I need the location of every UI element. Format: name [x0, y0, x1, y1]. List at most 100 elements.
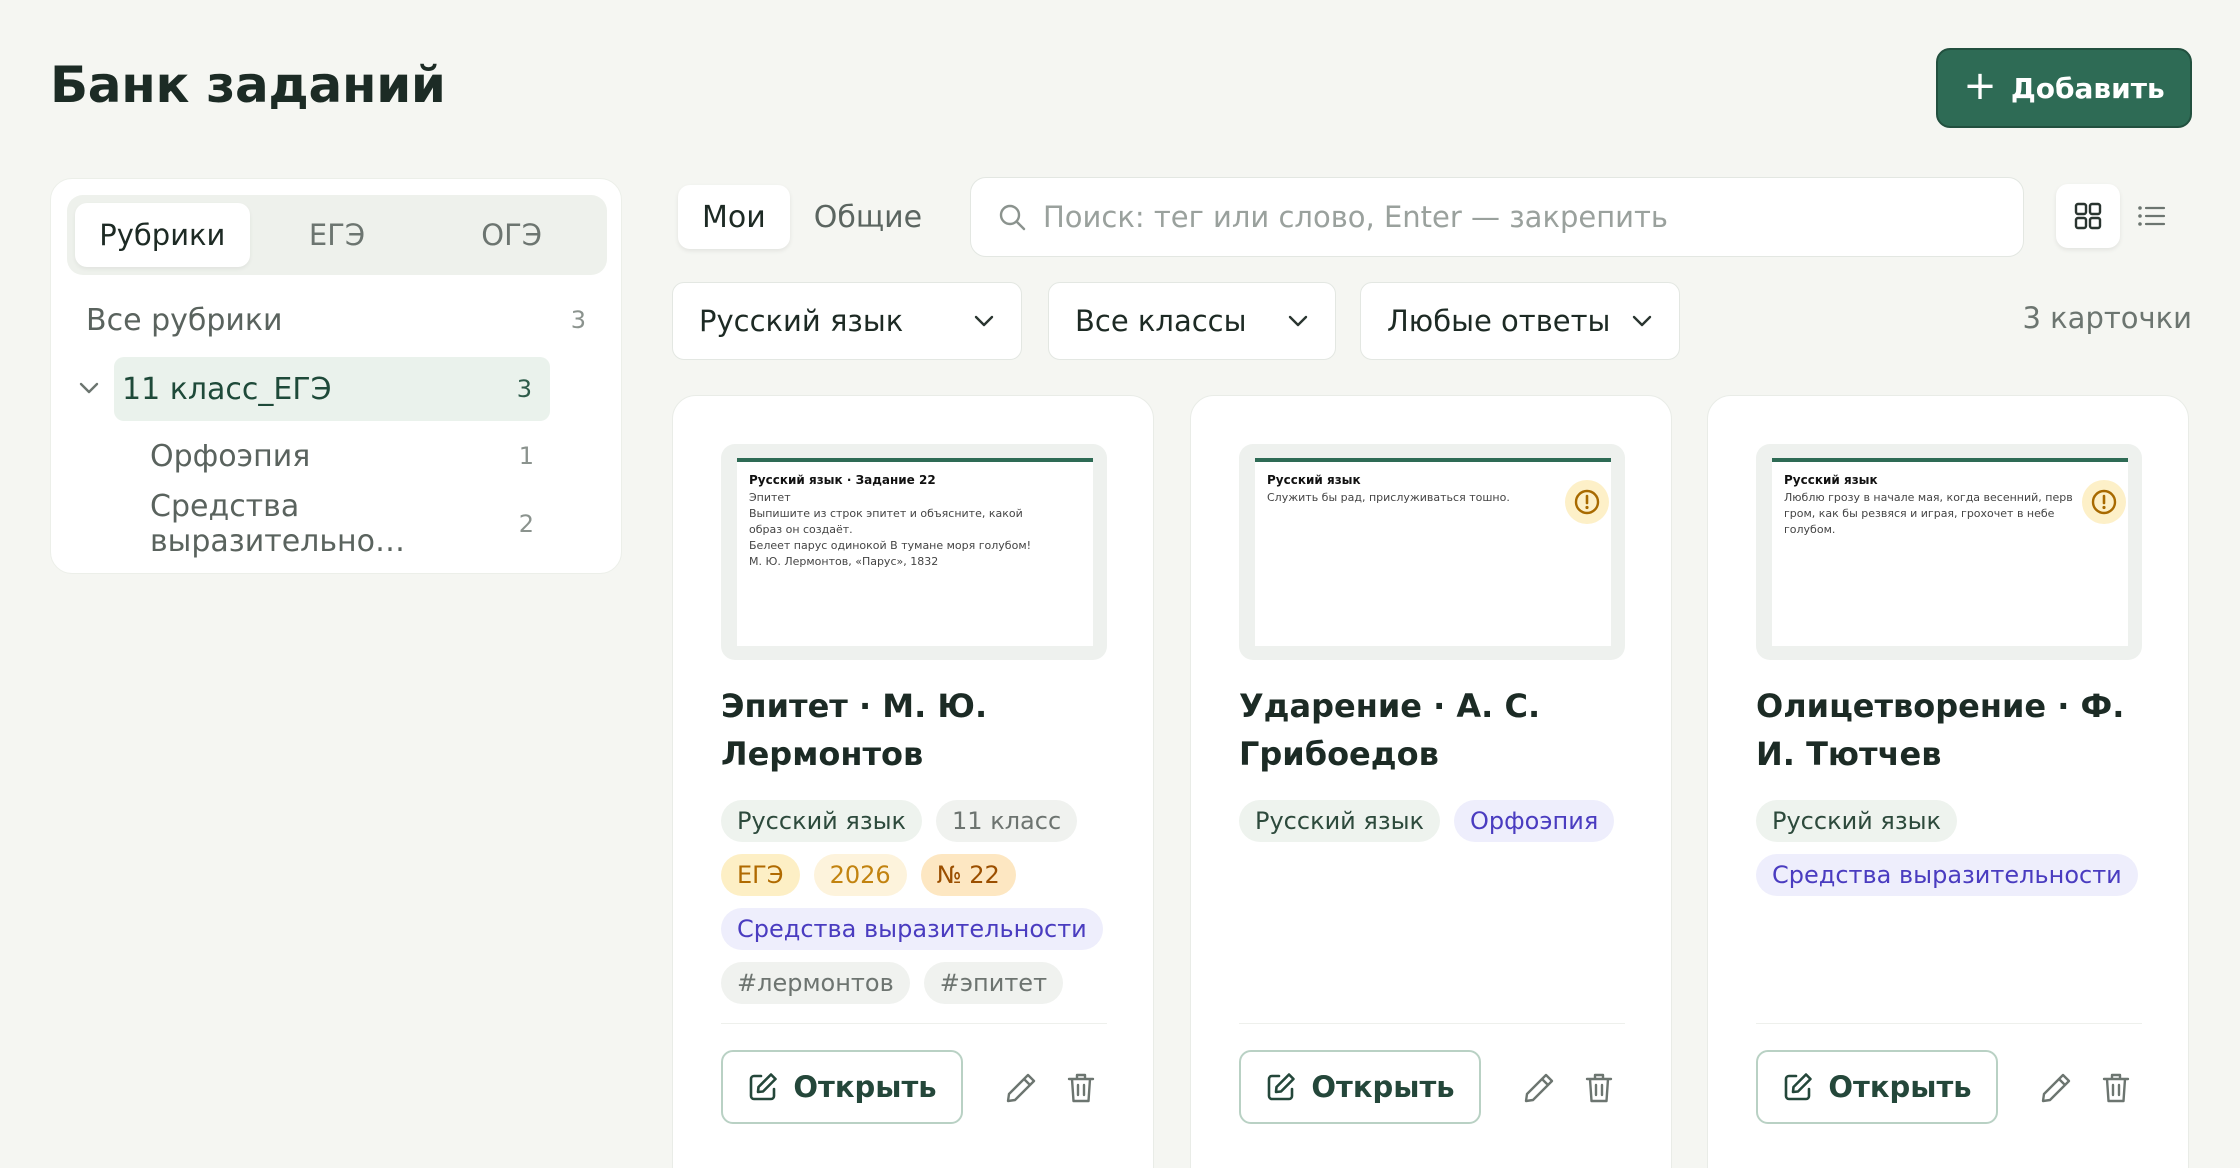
open-button[interactable]: Открыть [1239, 1050, 1481, 1124]
plus-icon: + [1963, 63, 1997, 109]
tag-grade[interactable]: 11 класс [936, 800, 1078, 842]
card-tags: Русский язык Орфоэпия [1239, 800, 1639, 842]
task-card[interactable]: Русский язык Служить бы рад, прислуживат… [1190, 395, 1672, 1168]
preview-text: Служить бы рад, прислуживаться тошно. [1267, 491, 1510, 504]
sidebar-item-11-grade[interactable]: 11 класс_ЕГЭ 3 [114, 357, 550, 421]
add-button[interactable]: + Добавить [1936, 48, 2192, 128]
pencil-icon [2041, 1073, 2071, 1103]
chevron-down-icon[interactable] [78, 377, 100, 399]
sidebar-item-label: Средства выразительно… [150, 489, 405, 559]
open-button-label: Открыть [793, 1070, 937, 1104]
page-title: Банк заданий [50, 56, 446, 114]
preview-title: Русский язык [1784, 473, 1878, 487]
tag-rubric[interactable]: Средства выразительности [721, 908, 1103, 950]
delete-button[interactable] [1059, 1066, 1103, 1110]
tag-task-number[interactable]: № 22 [920, 854, 1016, 896]
tag-exam[interactable]: ЕГЭ [721, 854, 800, 896]
tab-rubrics[interactable]: Рубрики [75, 203, 250, 267]
edit-square-icon [750, 1073, 778, 1101]
card-divider [1239, 1023, 1625, 1024]
delete-button[interactable] [1577, 1066, 1621, 1110]
trash-icon [1585, 1073, 1613, 1103]
sidebar-item-all[interactable]: Все рубрики 3 [86, 288, 586, 352]
card-divider [1756, 1023, 2142, 1024]
tag-subject[interactable]: Русский язык [1239, 800, 1441, 842]
tag-rubric[interactable]: Средства выразительности [1756, 854, 2138, 896]
warning-icon [1565, 480, 1609, 524]
card-divider [721, 1023, 1107, 1024]
chevron-down-icon [1632, 315, 1652, 327]
sidebar-item-label: Орфоэпия [150, 438, 311, 474]
card-preview[interactable]: Русский язык Служить бы рад, прислуживат… [1239, 444, 1625, 660]
sidebar-item-count: 3 [516, 375, 532, 403]
tab-oge[interactable]: ОГЭ [424, 203, 599, 267]
task-card[interactable]: Русский язык · Задание 22 Эпитет Выпишит… [672, 395, 1154, 1168]
grid-view-button[interactable] [2056, 184, 2120, 248]
answers-select-value: Любые ответы [1387, 304, 1611, 338]
tag-rubric[interactable]: Орфоэпия [1454, 800, 1615, 842]
list-icon [2138, 206, 2166, 226]
pencil-icon [1524, 1073, 1554, 1103]
preview-sheet: Русский язык · Задание 22 Эпитет Выпишит… [737, 458, 1093, 646]
card-title: Ударение · А. С. Грибоедов [1239, 687, 1541, 773]
edit-button[interactable] [2034, 1066, 2078, 1110]
trash-icon [1067, 1073, 1095, 1103]
edit-square-icon [1785, 1073, 1813, 1101]
tag-hashtag[interactable]: #лермонтов [721, 962, 910, 1004]
preview-sheet: Русский язык Люблю грозу в начале мая, к… [1772, 458, 2128, 646]
pencil-icon [1006, 1073, 1036, 1103]
tag-subject[interactable]: Русский язык [1756, 800, 1958, 842]
card-title: Эпитет · М. Ю. Лермонтов [721, 687, 988, 773]
open-button[interactable]: Открыть [721, 1050, 963, 1124]
sidebar-item-count: 3 [570, 306, 586, 334]
sidebar-item-orthoepy[interactable]: Орфоэпия 1 [150, 424, 534, 488]
sidebar-item-label: 11 класс_ЕГЭ [122, 371, 332, 407]
tab-ege[interactable]: ЕГЭ [250, 203, 425, 267]
task-card[interactable]: Русский язык Люблю грозу в начале мая, к… [1707, 395, 2189, 1168]
list-view-button[interactable] [2120, 184, 2184, 248]
trash-icon [2102, 1073, 2130, 1103]
sidebar-item-expressive-means[interactable]: Средства выразительно… 2 [150, 489, 534, 559]
search-input[interactable] [1043, 200, 2023, 234]
card-tags: Русский язык Средства выразительности [1756, 800, 2156, 896]
grade-select[interactable]: Все классы [1048, 282, 1336, 360]
card-tags: Русский язык 11 класс ЕГЭ 2026 № 22 Сред… [721, 800, 1121, 1004]
warning-icon [2082, 480, 2126, 524]
preview-text: Эпитет Выпишите из строк эпитет и объясн… [749, 491, 1032, 568]
open-button-label: Открыть [1311, 1070, 1455, 1104]
search-box [970, 177, 2024, 257]
tag-hashtag[interactable]: #эпитет [923, 962, 1064, 1004]
grade-select-value: Все классы [1075, 304, 1247, 338]
card-preview[interactable]: Русский язык · Задание 22 Эпитет Выпишит… [721, 444, 1107, 660]
preview-title: Русский язык [1267, 473, 1361, 487]
sidebar-item-count: 2 [518, 510, 534, 538]
add-button-label: Добавить [2010, 71, 2165, 105]
answers-select[interactable]: Любые ответы [1360, 282, 1680, 360]
card-title: Олицетворение · Ф. И. Тютчев [1756, 687, 2125, 773]
open-button-label: Открыть [1828, 1070, 1972, 1104]
preview-text: Люблю грозу в начале мая, когда весенний… [1784, 491, 2073, 536]
edit-button[interactable] [1517, 1066, 1561, 1110]
scope-tabs: Мои Общие [678, 184, 928, 250]
search-icon [999, 204, 1026, 231]
cards-count: 3 карточки [2022, 301, 2193, 335]
chevron-down-icon [974, 315, 994, 327]
chevron-down-icon [1288, 315, 1308, 327]
preview-sheet: Русский язык Служить бы рад, прислуживат… [1255, 458, 1611, 646]
card-preview[interactable]: Русский язык Люблю грозу в начале мая, к… [1756, 444, 2142, 660]
delete-button[interactable] [2094, 1066, 2138, 1110]
tag-year[interactable]: 2026 [813, 854, 907, 896]
tab-mine[interactable]: Мои [678, 185, 790, 249]
open-button[interactable]: Открыть [1756, 1050, 1998, 1124]
tag-subject[interactable]: Русский язык [721, 800, 923, 842]
edit-button[interactable] [999, 1066, 1043, 1110]
tab-shared[interactable]: Общие [790, 185, 946, 249]
sidebar-item-label: Все рубрики [86, 302, 283, 338]
rubric-tabs: Рубрики ЕГЭ ОГЭ [67, 195, 607, 275]
subject-select-value: Русский язык [699, 304, 904, 338]
sidebar-item-count: 1 [518, 442, 534, 470]
grid-icon [2074, 202, 2102, 230]
subject-select[interactable]: Русский язык [672, 282, 1022, 360]
preview-title: Русский язык · Задание 22 [749, 473, 936, 487]
edit-square-icon [1268, 1073, 1296, 1101]
